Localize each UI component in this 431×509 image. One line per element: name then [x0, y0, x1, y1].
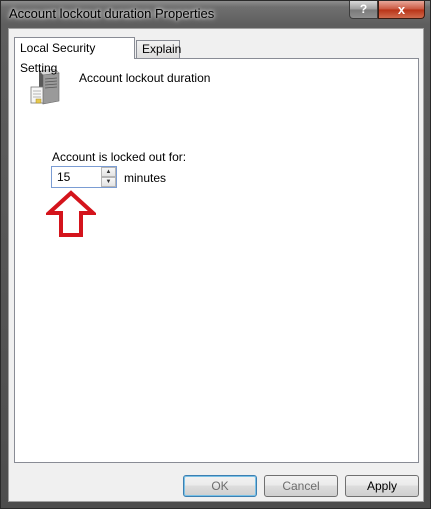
spin-down-button[interactable]: ▼: [101, 177, 116, 187]
minutes-label: minutes: [124, 171, 167, 185]
window-title: Account lockout duration Properties: [9, 6, 215, 21]
title-bar[interactable]: Account lockout duration Properties ? x: [1, 1, 431, 28]
up-arrow-annotation-icon: [46, 190, 96, 237]
lockout-duration-spinner[interactable]: 15 ▲ ▼: [51, 166, 117, 188]
dialog-client-area: Local Security Setting Explain Account l…: [8, 28, 424, 502]
tab-local-security-setting[interactable]: Local Security Setting: [14, 37, 135, 75]
help-button[interactable]: ?: [349, 1, 378, 19]
tab-explain[interactable]: Explain: [136, 40, 181, 59]
cancel-button[interactable]: Cancel: [264, 475, 338, 497]
ok-button[interactable]: OK: [183, 475, 257, 497]
policy-name: Account lockout duration: [79, 71, 211, 85]
close-button[interactable]: x: [378, 1, 425, 19]
lockout-duration-input[interactable]: 15: [57, 170, 97, 184]
lockout-label: Account is locked out for:: [52, 150, 187, 164]
apply-button[interactable]: Apply: [345, 475, 419, 497]
tab-panel: Account lockout duration Account is lock…: [14, 58, 419, 463]
close-icon: x: [397, 2, 406, 17]
properties-window: Account lockout duration Properties ? x …: [0, 0, 431, 509]
spin-up-button[interactable]: ▲: [101, 167, 116, 177]
